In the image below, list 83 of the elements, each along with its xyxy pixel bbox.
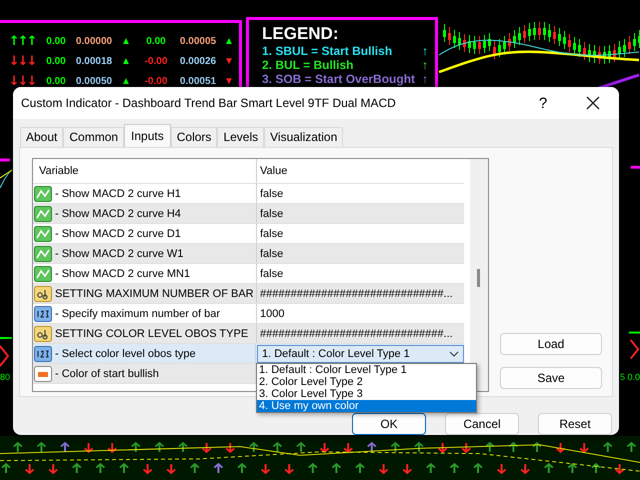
- indicator-line: [598, 74, 640, 88]
- text-type-icon: [34, 326, 52, 342]
- column-header: Value: [259, 164, 288, 179]
- value-text: false: [260, 268, 284, 280]
- table-row[interactable]: SETTING MAXIMUM NUMBER OF BAR ##############################...: [33, 284, 464, 304]
- tab[interactable]: Common: [63, 127, 124, 147]
- close-icon: [586, 96, 600, 110]
- dashboard-value: ↓↓↓: [8, 74, 36, 88]
- legend-title: LEGEND:: [262, 24, 340, 44]
- dashboard-value: ↑↑↑: [8, 34, 36, 48]
- dashboard-value: ▲: [224, 36, 234, 46]
- table-row[interactable]: - Show MACD 2 curve H1 false: [33, 184, 464, 204]
- dashboard-value: 0.00050: [76, 76, 112, 86]
- dialog-button[interactable]: Cancel: [445, 413, 519, 435]
- dashboard-value: 0.00026: [180, 56, 216, 66]
- variable-name: SETTING COLOR LEVEL OBOS TYPE: [55, 328, 248, 340]
- dashboard-value: 0.00018: [76, 56, 112, 66]
- dropdown-option[interactable]: 3. Color Level Type 3: [257, 388, 476, 400]
- window-title: Custom Indicator - Dashboard Trend Bar Smart Level 9TF Dual MACD: [21, 96, 397, 110]
- axis-value: 80: [0, 372, 10, 382]
- dashboard-value: 0.00005: [180, 36, 216, 46]
- scrollbar[interactable]: [470, 159, 488, 391]
- variable-name: - Show MACD 2 curve D1: [55, 228, 181, 240]
- value-text: false: [260, 228, 284, 240]
- dialog-button[interactable]: Reset: [538, 413, 612, 435]
- table-row[interactable]: - Show MACD 2 curve D1 false: [33, 224, 464, 244]
- legend-item: 2. BUL = Bullish: [262, 58, 354, 72]
- dialog-button[interactable]: OK: [352, 413, 426, 435]
- variable-name: - Color of start bullish: [55, 368, 159, 380]
- dashboard-value: 0.00: [46, 36, 66, 46]
- axis-value: 5 0.0: [620, 372, 640, 382]
- dashboard-value: ▲: [121, 56, 131, 66]
- value-text: false: [260, 208, 284, 220]
- scrollbar-thumb[interactable]: [477, 269, 480, 287]
- caret-icon: [449, 350, 459, 356]
- tab[interactable]: Colors: [170, 127, 218, 147]
- dashboard-value: ▼: [224, 76, 234, 86]
- dashboard-value: -0.00: [144, 56, 168, 66]
- variable-name: SETTING MAXIMUM NUMBER OF BAR: [55, 288, 254, 300]
- load-save-button[interactable]: Load: [500, 333, 602, 355]
- variable-name: - Select color level obos type: [55, 348, 196, 360]
- dashboard-value: ▼: [224, 56, 234, 66]
- dashboard-value: ▲: [121, 76, 131, 86]
- dashboard-value: 0.00: [46, 56, 66, 66]
- variable-name: - Show MACD 2 curve W1: [55, 248, 184, 260]
- legend-arrow: ↑: [422, 58, 428, 72]
- tab[interactable]: Inputs: [124, 124, 171, 147]
- legend-arrow: ↑: [422, 44, 428, 58]
- legend-item: 3. SOB = Start OverBought: [262, 72, 416, 86]
- tab[interactable]: Levels: [217, 127, 264, 147]
- dashboard-value: 0.00: [146, 36, 166, 46]
- legend-arrow: ↑: [422, 72, 428, 86]
- table-row[interactable]: - Show MACD 2 curve H4 false: [33, 204, 464, 224]
- dashboard-value: -0.00: [144, 76, 168, 86]
- tab[interactable]: Visualization: [264, 127, 344, 147]
- dashboard-value: 0.00000: [76, 36, 112, 46]
- variable-name: - Show MACD 2 curve H1: [55, 188, 181, 200]
- load-save-button[interactable]: Save: [500, 367, 602, 389]
- value-text: ##############################...: [260, 288, 453, 300]
- text-type-icon: [34, 286, 52, 302]
- number-type-icon: [34, 346, 52, 362]
- table-row[interactable]: - Show MACD 2 curve W1 false: [33, 244, 464, 264]
- value-text: ##############################...: [260, 328, 453, 340]
- column-header: Variable: [33, 159, 257, 183]
- variable-name: - Show MACD 2 curve MN1: [55, 268, 190, 280]
- variable-name: - Specify maximum number of bar: [55, 308, 220, 320]
- dashboard-value: ↓↓↓: [8, 54, 36, 68]
- legend-item: 1. SBUL = Start Bullish: [262, 44, 392, 58]
- help-button[interactable]: ?: [523, 89, 563, 117]
- variable-name: - Show MACD 2 curve H4: [55, 208, 181, 220]
- table-row[interactable]: - Specify maximum number of bar 1000: [33, 304, 464, 324]
- dashboard-value: 0.00: [46, 76, 66, 86]
- dropdown-option[interactable]: 4. Use my own color: [257, 400, 476, 412]
- table-row[interactable]: SETTING COLOR LEVEL OBOS TYPE ##############################...: [33, 324, 464, 344]
- dashboard-value: ▲: [121, 36, 131, 46]
- value-text: 1000: [260, 308, 284, 320]
- value-text: false: [260, 248, 284, 260]
- value-text: false: [260, 188, 284, 200]
- number-type-icon: [34, 306, 52, 322]
- table-row[interactable]: - Show MACD 2 curve MN1 false: [33, 264, 464, 284]
- dashboard-value: 0.00051: [180, 76, 216, 86]
- dropdown-field[interactable]: 1. Default : Color Level Type 1: [257, 344, 464, 362]
- tab[interactable]: About: [20, 127, 64, 147]
